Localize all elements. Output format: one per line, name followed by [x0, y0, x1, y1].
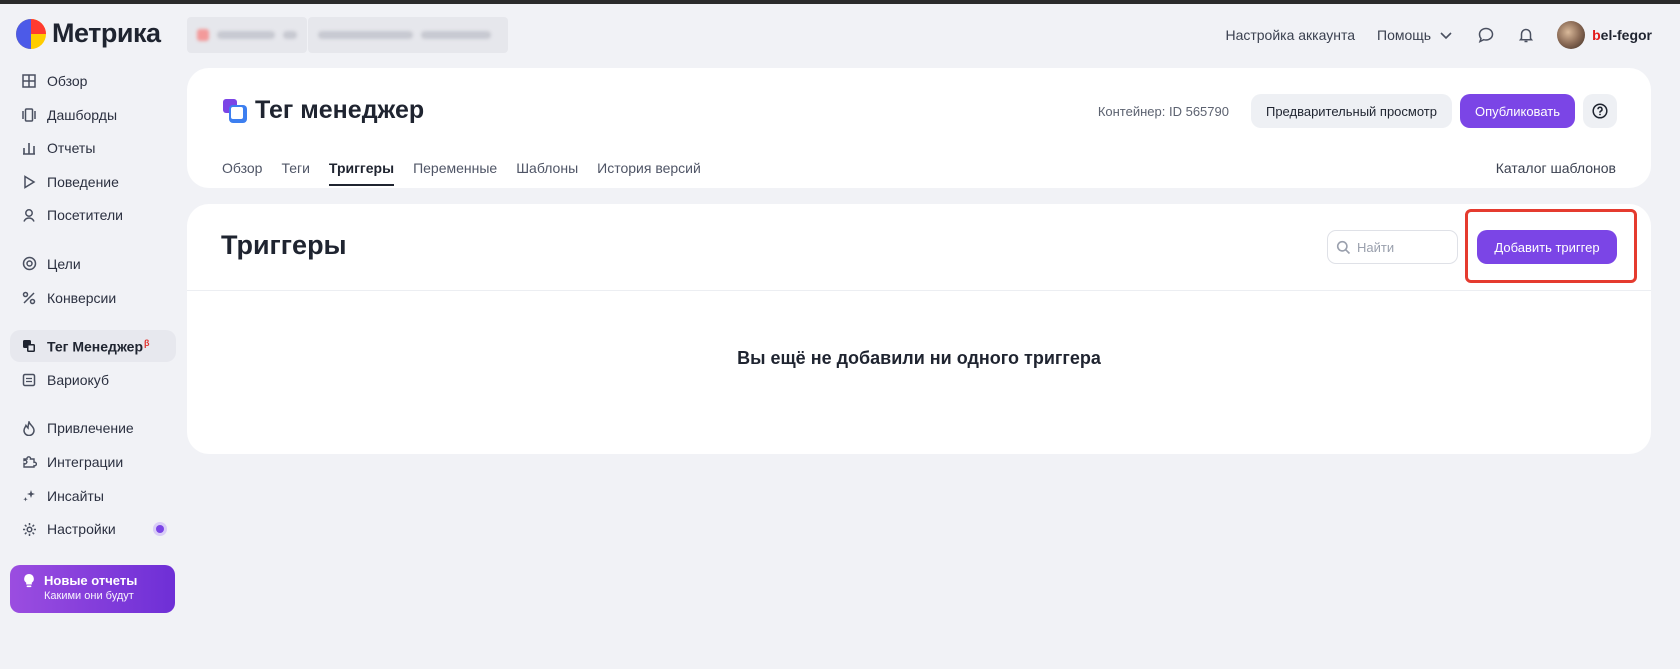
lightbulb-icon [22, 573, 36, 613]
grid-icon [21, 73, 37, 89]
tab-templates[interactable]: Шаблоны [516, 160, 578, 186]
tab-overview[interactable]: Обзор [222, 160, 262, 186]
help-button[interactable] [1583, 94, 1617, 128]
sidebar-item-label: Конверсии [47, 289, 117, 306]
sidebar-item-label: Интеграции [47, 453, 124, 470]
sidebar-item-dashboards[interactable]: Дашборды [10, 99, 176, 131]
sidebar-item-label: Настройки [47, 521, 116, 538]
sidebar-item-conversions[interactable]: Конверсии [10, 282, 176, 314]
tag-manager-logo-icon [223, 98, 247, 123]
add-trigger-button[interactable]: Добавить триггер [1477, 230, 1617, 264]
account-settings-link[interactable]: Настройка аккаунта [1225, 27, 1355, 43]
variocube-icon [21, 372, 37, 388]
sidebar-item-variocube[interactable]: Вариокуб [10, 364, 176, 396]
sidebar-item-label: Дашборды [47, 106, 117, 123]
logo-text: Метрика [52, 18, 161, 48]
counter-selector-blurred[interactable] [187, 17, 307, 53]
sidebar-item-label: Тег Менеджерβ [47, 337, 150, 355]
tab-tags[interactable]: Теги [281, 160, 309, 186]
sidebar-item-goals[interactable]: Цели [10, 248, 176, 280]
section-title: Триггеры [221, 230, 347, 260]
sparkle-icon [21, 488, 37, 504]
search-field[interactable] [1327, 230, 1458, 264]
question-icon [1592, 103, 1608, 119]
sidebar-item-overview[interactable]: Обзор [10, 65, 176, 97]
tag-manager-header-panel: Тег менеджер Контейнер: ID 565790 Предва… [187, 68, 1651, 188]
new-reports-promo[interactable]: Новые отчеты Какими они будут [10, 565, 175, 613]
sidebar-item-acquisition[interactable]: Привлечение [10, 412, 176, 444]
sidebar-item-tag-manager[interactable]: Тег Менеджерβ [10, 330, 176, 363]
sidebar-item-label: Поведение [47, 173, 119, 190]
page-title: Тег менеджер [223, 96, 424, 125]
tabs: Обзор Теги Триггеры Переменные Шаблоны И… [222, 160, 701, 186]
sidebar-item-label: Инсайты [47, 487, 104, 504]
gear-icon [21, 521, 37, 537]
help-label: Помощь [1377, 27, 1432, 43]
user-icon [21, 207, 37, 223]
flame-icon [21, 420, 37, 436]
tab-variables[interactable]: Переменные [413, 160, 497, 186]
metrika-logo-icon [16, 18, 46, 49]
preview-button[interactable]: Предварительный просмотр [1250, 94, 1452, 128]
sidebar-item-label: Цели [47, 255, 81, 272]
tag-manager-icon [21, 338, 37, 354]
play-icon [21, 174, 37, 190]
sidebar-item-label: Посетители [47, 207, 123, 224]
chevron-down-icon [1437, 26, 1455, 44]
promo-title: Новые отчеты [44, 573, 138, 588]
sidebar-item-label: Вариокуб [47, 371, 109, 388]
empty-state-message: Вы ещё не добавили ни одного триггера [737, 348, 1101, 368]
sidebar: Обзор Дашборды Отчеты Поведение Посетите… [10, 65, 176, 547]
percent-icon [21, 290, 37, 306]
user-menu[interactable]: bel-fegor [1557, 21, 1652, 49]
tab-triggers[interactable]: Триггеры [328, 160, 395, 186]
bell-icon[interactable] [1517, 26, 1535, 44]
chat-icon[interactable] [1477, 26, 1495, 44]
sidebar-item-settings[interactable]: Настройки [10, 513, 176, 545]
header-actions: Настройка аккаунта Помощь bel-fegor [1225, 20, 1652, 50]
page-title-text: Тег менеджер [255, 96, 425, 124]
notification-dot [156, 525, 164, 534]
publish-button[interactable]: Опубликовать [1459, 94, 1575, 128]
divider [187, 290, 1651, 291]
header-actions-group: Контейнер: ID 565790 Предварительный про… [1098, 94, 1617, 128]
template-catalog-link[interactable]: Каталог шаблонов [1496, 160, 1616, 176]
username: bel-fegor [1592, 27, 1652, 43]
sidebar-item-label: Обзор [47, 73, 88, 89]
sidebar-item-reports[interactable]: Отчеты [10, 132, 176, 164]
bar-chart-icon [21, 140, 37, 156]
metrika-logo[interactable]: Метрика [16, 18, 161, 49]
target-icon [21, 256, 37, 272]
promo-subtitle: Какими они будут [44, 590, 134, 602]
sidebar-item-integrations[interactable]: Интеграции [10, 446, 176, 478]
help-menu[interactable]: Помощь [1377, 26, 1455, 44]
sidebar-item-label: Отчеты [47, 140, 96, 157]
tab-version-history[interactable]: История версий [597, 160, 701, 186]
search-icon [1336, 240, 1351, 254]
avatar [1557, 21, 1586, 49]
search-input[interactable] [1357, 239, 1447, 255]
container-id: Контейнер: ID 565790 [1097, 103, 1229, 119]
beta-badge: β [144, 337, 150, 348]
window-top-strip [0, 0, 1680, 4]
puzzle-icon [21, 454, 37, 470]
sidebar-item-behavior[interactable]: Поведение [10, 166, 176, 198]
triggers-panel: Триггеры Добавить триггер Вы ещё не доба… [187, 204, 1651, 454]
dashboards-icon [21, 107, 37, 123]
sidebar-item-insights[interactable]: Инсайты [10, 480, 176, 512]
site-name-blurred[interactable] [308, 17, 508, 53]
sidebar-item-visitors[interactable]: Посетители [10, 199, 176, 231]
sidebar-item-label: Привлечение [47, 420, 134, 437]
